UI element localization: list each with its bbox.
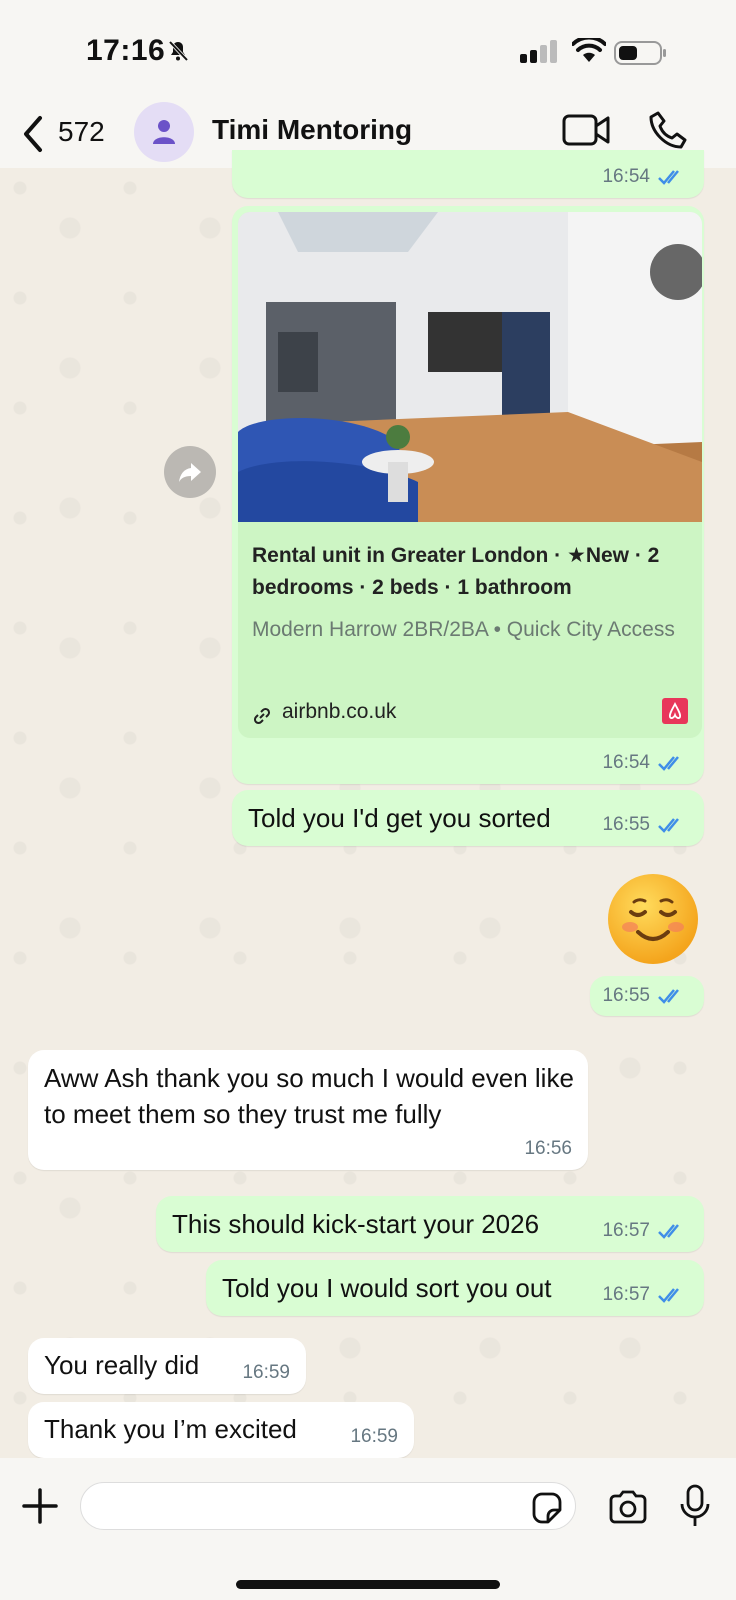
message-time: 16:57 xyxy=(602,1284,650,1305)
unread-count[interactable]: 572 xyxy=(58,116,105,148)
contact-name[interactable]: Timi Mentoring xyxy=(212,114,412,146)
message-text: You really did xyxy=(44,1350,200,1380)
bell-muted-icon xyxy=(168,40,189,62)
status-time: 17:16 xyxy=(86,34,166,67)
link-preview-description: Modern Harrow 2BR/2BA • Quick City Acces… xyxy=(252,618,675,641)
message-input[interactable] xyxy=(80,1482,576,1530)
message-text: Thank you I’m excited xyxy=(44,1414,297,1444)
smiling-face-emoji[interactable] xyxy=(606,872,700,966)
airbnb-logo-icon xyxy=(662,698,688,724)
message-time: 16:55 xyxy=(602,985,650,1006)
link-preview-title: Rental unit in Greater London · ★New · 2… xyxy=(252,544,660,599)
forward-button[interactable] xyxy=(164,446,216,498)
message-text: Aww Ash thank you so much I would even l… xyxy=(44,1063,574,1129)
camera-icon[interactable] xyxy=(608,1490,648,1524)
message-time: 16:56 xyxy=(524,1138,572,1159)
message-text: Told you I would sort you out xyxy=(222,1273,552,1303)
incoming-message[interactable]: Thank you I’m excited 16:59 xyxy=(28,1402,414,1458)
home-indicator xyxy=(236,1580,500,1589)
double-check-icon xyxy=(658,756,679,771)
double-check-icon xyxy=(658,1288,679,1303)
outgoing-message[interactable]: 16:54 xyxy=(232,150,704,198)
phone-call-icon[interactable] xyxy=(648,110,688,150)
sticker-icon[interactable] xyxy=(530,1492,562,1524)
link-preview-domain[interactable]: airbnb.co.uk xyxy=(282,700,396,724)
message-time: 16:57 xyxy=(602,1220,650,1241)
message-text: This should kick-start your 2026 xyxy=(172,1209,540,1239)
double-check-icon xyxy=(658,1224,679,1239)
outgoing-message[interactable]: Told you I would sort you out 16:57 xyxy=(206,1260,704,1316)
message-time: 16:59 xyxy=(242,1362,290,1383)
microphone-icon[interactable] xyxy=(680,1484,710,1528)
plus-icon[interactable] xyxy=(22,1488,58,1524)
person-icon xyxy=(153,120,175,144)
message-time: 16:54 xyxy=(602,752,650,773)
message-text: Told you I'd get you sorted xyxy=(248,803,551,833)
contact-avatar[interactable] xyxy=(134,102,194,162)
video-call-icon[interactable] xyxy=(562,112,610,148)
cellular-signal-icon xyxy=(520,40,557,63)
message-time: 16:54 xyxy=(602,166,650,187)
double-check-icon xyxy=(658,989,679,1004)
incoming-message[interactable]: You really did 16:59 xyxy=(28,1338,306,1394)
double-check-icon xyxy=(658,818,679,833)
battery-icon xyxy=(614,41,666,65)
status-bar: 17:16 xyxy=(0,0,736,100)
wifi-icon xyxy=(572,38,606,62)
outgoing-emoji-meta[interactable]: 16:55 xyxy=(590,976,704,1016)
incoming-message[interactable]: Aww Ash thank you so much I would even l… xyxy=(28,1050,588,1170)
link-icon xyxy=(253,707,271,725)
outgoing-message[interactable]: This should kick-start your 2026 16:57 xyxy=(156,1196,704,1252)
message-time: 16:55 xyxy=(602,814,650,835)
listing-photo xyxy=(238,212,702,522)
link-preview-card[interactable]: Rental unit in Greater London · ★New · 2… xyxy=(238,212,702,738)
double-check-icon xyxy=(658,170,679,185)
back-chevron-icon[interactable] xyxy=(18,114,48,154)
message-time: 16:59 xyxy=(350,1426,398,1447)
outgoing-message[interactable]: Told you I'd get you sorted 16:55 xyxy=(232,790,704,846)
composer-bar xyxy=(0,1458,736,1600)
forward-arrow-icon xyxy=(179,463,201,482)
